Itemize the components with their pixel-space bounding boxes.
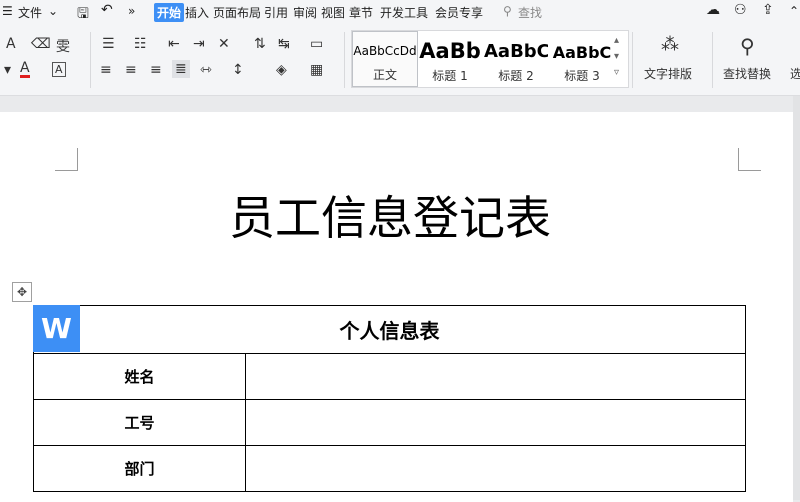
gallery-scroll-up-icon[interactable]: ▴ (614, 35, 619, 46)
tab-review[interactable]: 审阅 (293, 4, 317, 21)
separator (90, 32, 91, 88)
table-value-cell[interactable] (245, 399, 746, 446)
tab-chapter[interactable]: 章节 (349, 4, 373, 21)
style-heading-3[interactable]: AaBbC 标题 3 (550, 31, 614, 85)
line-spacing-icon[interactable]: ↕ (232, 62, 244, 78)
numbered-list-icon[interactable]: ☷ (134, 36, 147, 52)
justify-icon[interactable]: ≣ (172, 60, 190, 78)
separator (344, 32, 345, 88)
find-replace-button[interactable]: 查找替换 (723, 65, 771, 82)
table-value-cell[interactable] (245, 445, 746, 492)
style-sample: AaBb (419, 39, 481, 63)
font-color-icon[interactable]: A (20, 61, 30, 78)
increase-indent-icon[interactable]: ⇥ (193, 36, 205, 52)
cloud-sync-icon[interactable]: ☁ (706, 2, 720, 18)
undo-icon[interactable]: ↶ (101, 2, 113, 18)
text-layout-button[interactable]: 文字排版 (644, 65, 692, 82)
style-sample: AaBbCcDd (353, 44, 417, 58)
separator (632, 32, 633, 88)
share-user-icon[interactable]: ⚇ (734, 2, 747, 18)
tab-developer[interactable]: 开发工具 (380, 4, 428, 21)
ruler-icon[interactable]: ▭ (310, 36, 323, 52)
ribbon: A ⌫ 雯 ▾ A A ☰ ☷ ⇤ ⇥ ✕ ⇅ ↹ ▭ ≡ ≡ ≡ ≣ ⇿ ↕ … (0, 24, 800, 96)
table-row: 部门 (33, 445, 746, 492)
style-sample: AaBbC (552, 43, 612, 62)
chinese-layout-icon[interactable]: ✕ (218, 36, 230, 52)
wps-logo-icon: W (33, 305, 80, 352)
style-name: 标题 1 (432, 69, 468, 83)
clear-format-icon[interactable]: ⌫ (31, 36, 51, 52)
collapse-icon[interactable]: ⌃ (789, 4, 799, 18)
file-menu[interactable]: 文件 (18, 4, 42, 21)
search-icon[interactable]: ⚲ (503, 4, 512, 18)
info-table[interactable]: W 个人信息表 姓名 工号 部门 (33, 305, 746, 492)
chevron-down-icon[interactable]: ⌄ (48, 4, 58, 18)
menu-icon[interactable]: ☰ (2, 4, 13, 18)
tab-insert[interactable]: 插入 (185, 4, 209, 21)
shading-icon[interactable]: ◈ (276, 62, 287, 78)
style-normal[interactable]: AaBbCcDd 正文 (352, 31, 418, 87)
search-box[interactable]: 查找 (518, 4, 542, 21)
align-right-icon[interactable]: ≡ (150, 62, 162, 78)
table-label-cell[interactable]: 姓名 (33, 353, 246, 400)
separator (712, 32, 713, 88)
sort-icon[interactable]: ⇅ (254, 36, 266, 52)
document-canvas: 员工信息登记表 ✥ W 个人信息表 姓名 工号 部门 (0, 96, 800, 502)
table-label-cell[interactable]: 部门 (33, 445, 246, 492)
style-name: 标题 2 (498, 69, 534, 83)
crop-mark (738, 148, 761, 171)
tab-home[interactable]: 开始 (154, 3, 185, 22)
tab-view[interactable]: 视图 (321, 4, 345, 21)
distributed-icon[interactable]: ⇿ (200, 62, 212, 78)
style-sample: AaBbC (484, 41, 548, 62)
tab-member[interactable]: 会员专享 (435, 4, 483, 21)
table-label-cell[interactable]: 工号 (33, 399, 246, 446)
align-left-icon[interactable]: ≡ (100, 62, 112, 78)
table-move-handle[interactable]: ✥ (12, 282, 32, 302)
table-header-text: 个人信息表 (339, 319, 440, 343)
document-title[interactable]: 员工信息登记表 (0, 182, 780, 248)
more-icon[interactable]: » (128, 4, 135, 18)
tab-references[interactable]: 引用 (264, 4, 288, 21)
tab-page-layout[interactable]: 页面布局 (213, 4, 261, 21)
menubar: ☰ 文件 ⌄ 🖫 ↶ » 开始 插入 页面布局 引用 审阅 视图 章节 开发工具… (0, 0, 800, 24)
char-border-icon[interactable]: A (52, 62, 66, 77)
text-direction-icon[interactable]: ↹ (278, 36, 290, 52)
font-size-icon[interactable]: A (6, 36, 16, 52)
text-layout-icon[interactable]: ⁂ (661, 34, 679, 55)
borders-icon[interactable]: ▦ (310, 62, 323, 78)
select-button[interactable]: 选 (790, 65, 800, 82)
highlight-icon[interactable]: ▾ (4, 62, 11, 78)
vertical-scrollbar[interactable] (793, 96, 800, 500)
table-row: 姓名 (33, 353, 746, 400)
table-value-cell[interactable] (245, 353, 746, 400)
gallery-expand-icon[interactable]: ▿ (614, 67, 619, 78)
style-gallery: AaBbCcDd 正文 AaBb 标题 1 AaBbC 标题 2 AaBbC 标… (351, 30, 629, 88)
style-name: 标题 3 (564, 69, 600, 83)
table-header-row: W 个人信息表 (33, 305, 746, 354)
gallery-scroll-down-icon[interactable]: ▾ (614, 51, 619, 62)
style-heading-2[interactable]: AaBbC 标题 2 (484, 31, 548, 85)
align-center-icon[interactable]: ≡ (125, 62, 137, 78)
bullet-list-icon[interactable]: ☰ (102, 36, 115, 52)
decrease-indent-icon[interactable]: ⇤ (168, 36, 180, 52)
style-name: 正文 (372, 68, 397, 82)
export-icon[interactable]: ⇪ (762, 2, 774, 18)
table-row: 工号 (33, 399, 746, 446)
document-page[interactable]: 员工信息登记表 ✥ W 个人信息表 姓名 工号 部门 (0, 112, 793, 502)
find-icon[interactable]: ⚲ (740, 34, 755, 58)
crop-mark (55, 148, 78, 171)
style-heading-1[interactable]: AaBb 标题 1 (418, 31, 482, 85)
phonetic-icon[interactable]: 雯 (56, 36, 70, 56)
table-header-cell[interactable]: W 个人信息表 (33, 305, 746, 354)
